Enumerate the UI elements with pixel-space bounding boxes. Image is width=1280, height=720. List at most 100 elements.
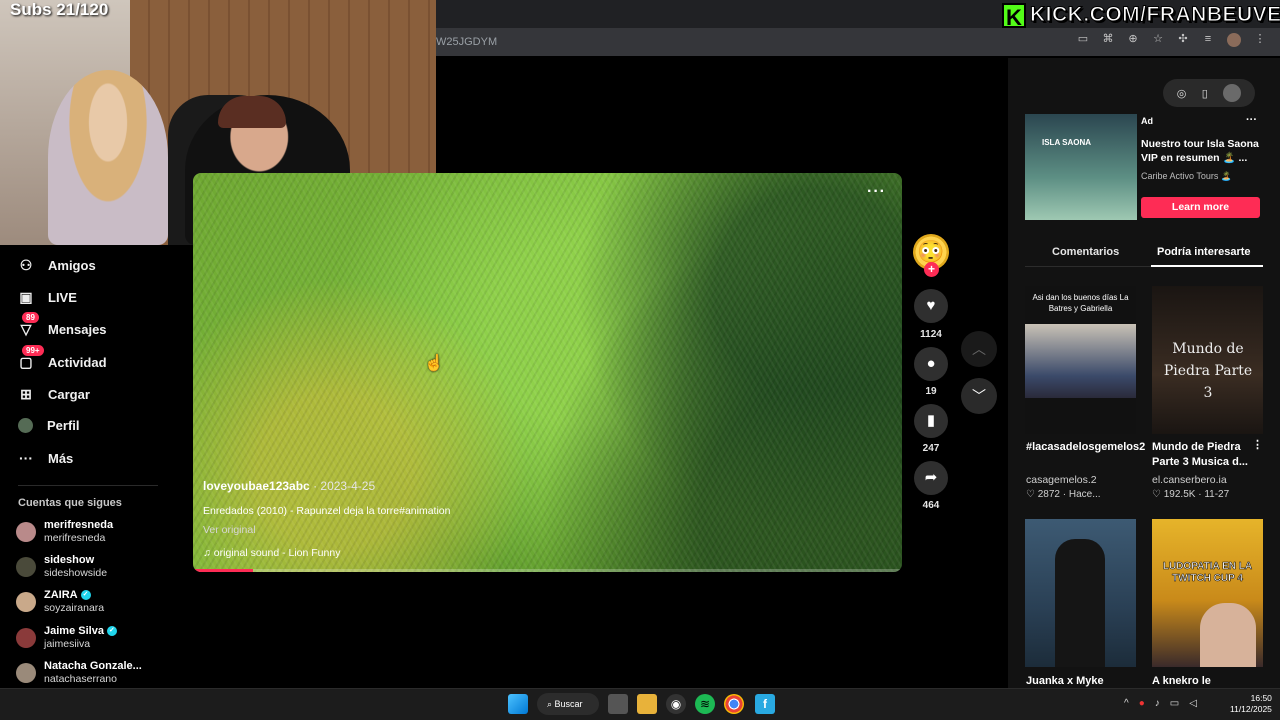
following-item[interactable]: Natacha Gonzale... natachaserrano — [16, 660, 142, 686]
video-card-title[interactable]: Mundo de Piedra Parte 3 Musica d... — [1152, 440, 1264, 470]
sidebar-item-label: Cargar — [48, 386, 90, 402]
ad-thumbnail-caption: ISLA SAONA — [1042, 138, 1092, 147]
chrome-icon[interactable] — [724, 694, 744, 714]
heart-icon: ♥ — [926, 297, 936, 314]
taskbar-clock[interactable]: 16:50 11/12/2025 — [1230, 693, 1272, 715]
see-original-link[interactable]: Ver original — [203, 524, 256, 536]
sidebar-item-label: Perfil — [47, 418, 80, 433]
following-name: Jaime Silva ✓ — [44, 625, 117, 638]
chevron-up-icon: ︿ — [972, 341, 986, 357]
kick-channel-url: KICK.COM/FRANBEUVE — [1030, 3, 1280, 27]
obs-icon[interactable]: ◉ — [666, 694, 686, 714]
thumbnail-caption: Mundo de Piedra Parte 3 — [1163, 341, 1253, 401]
video-sound-link[interactable]: ♫ original sound - Lion Funny — [203, 547, 340, 559]
bookmark-star-icon[interactable]: ☆ — [1152, 33, 1164, 45]
ad-thumbnail[interactable] — [1025, 114, 1137, 220]
translate-icon[interactable]: ⌘ — [1102, 33, 1114, 45]
comment-button[interactable]: ● — [914, 347, 948, 381]
video-card-thumbnail[interactable]: Asi dan los buenos días La Batres y Gabr… — [1025, 286, 1136, 434]
video-card-title[interactable]: A knekro le — [1152, 674, 1264, 689]
video-player[interactable]: ··· loveyoubae123abc · 2023-4-25 Enredad… — [193, 173, 902, 572]
zoom-icon[interactable]: ⊕ — [1127, 33, 1139, 45]
video-card-user[interactable]: casagemelos.2 — [1026, 474, 1097, 486]
task-view-icon[interactable] — [608, 694, 628, 714]
app-icon[interactable]: f — [755, 694, 775, 714]
video-card-stats: ♡ 192.5K · 11-27 — [1152, 489, 1230, 500]
video-card-title[interactable]: Juanka x Myke — [1026, 674, 1138, 689]
following-username: soyzairanara — [44, 602, 105, 614]
video-description: Enredados (2010) - Rapunzel deja la torr… — [203, 505, 451, 517]
sidebar-item-actividad[interactable]: ▢ 99+ Actividad — [18, 345, 107, 370]
video-author-line[interactable]: loveyoubae123abc · 2023-4-25 — [203, 479, 375, 493]
video-card-thumbnail[interactable]: Mundo de Piedra Parte 3 — [1152, 286, 1263, 434]
like-button[interactable]: ♥ — [914, 289, 948, 323]
follow-plus-icon[interactable]: + — [924, 262, 939, 277]
previous-video-button[interactable]: ︿ — [961, 331, 997, 367]
next-video-button[interactable]: ﹀ — [961, 378, 997, 414]
file-explorer-icon[interactable] — [637, 694, 657, 714]
sidebar-item-mas[interactable]: ··· Más — [18, 450, 73, 466]
sidebar-item-label: Más — [48, 450, 74, 466]
ad-more-options-icon[interactable]: ··· — [1246, 114, 1257, 126]
active-tab-indicator — [1151, 265, 1263, 267]
avatar — [16, 557, 36, 577]
sidebar-item-mensajes[interactable]: ▽ 89 Mensajes — [18, 312, 107, 337]
upload-icon: ⊞ — [20, 386, 32, 402]
subs-counter: Subs 21/120 — [10, 0, 109, 19]
messages-badge: 89 — [22, 312, 39, 323]
user-avatar[interactable] — [1223, 84, 1242, 102]
sidebar-item-label: LIVE — [48, 289, 77, 305]
learn-more-button[interactable]: Learn more — [1141, 197, 1260, 218]
video-card-title[interactable]: #lacasadelosgemelos2 — [1026, 440, 1145, 455]
cast-icon[interactable]: ▭ — [1077, 33, 1089, 45]
spotify-icon[interactable]: ≋ — [695, 694, 715, 714]
tab-comentarios[interactable]: Comentarios — [1052, 246, 1119, 258]
sidebar-item-perfil[interactable]: Perfil — [18, 418, 80, 433]
avatar — [16, 628, 36, 648]
network-icon[interactable]: ▭ — [1170, 698, 1179, 709]
media-controls-icon[interactable]: ≡ — [1202, 33, 1214, 45]
save-button[interactable]: ▮ — [914, 404, 948, 438]
taskbar-search[interactable]: ⌕ Buscar — [537, 693, 599, 715]
sidebar-item-live[interactable]: ▣ LIVE — [18, 289, 77, 305]
following-item[interactable]: ZAIRA ✓ soyzairanara — [16, 589, 104, 615]
sidebar-item-cargar[interactable]: ⊞ Cargar — [18, 386, 90, 402]
video-card-thumbnail[interactable] — [1025, 519, 1136, 667]
windows-start-icon[interactable] — [508, 694, 528, 714]
webcam-cap — [218, 96, 286, 128]
following-item[interactable]: Jaime Silva ✓ jaimesiiva — [16, 625, 117, 651]
video-date: · 2023-4-25 — [313, 479, 376, 493]
extensions-icon[interactable]: ✣ — [1177, 33, 1189, 45]
following-item[interactable]: sideshow sideshowside — [16, 554, 107, 580]
system-tray: ^ ● ♪ ▭ ◁ — [1124, 698, 1197, 709]
share-button[interactable]: ➦ — [914, 461, 948, 495]
thumbnail-caption: LUDOPATIA EN LA TWITCH CUP 4 — [1162, 561, 1253, 585]
video-card-thumbnail[interactable]: LUDOPATIA EN LA TWITCH CUP 4 — [1152, 519, 1263, 667]
video-progress-bar[interactable] — [193, 569, 902, 572]
chevron-up-icon[interactable]: ^ — [1124, 698, 1129, 709]
following-username: sideshowside — [44, 567, 108, 579]
thumbnail-figure — [1055, 539, 1105, 667]
video-card-user[interactable]: el.canserbero.ia — [1152, 474, 1227, 486]
kebab-menu-icon[interactable]: ⋮ — [1254, 33, 1266, 45]
video-more-options-icon[interactable]: ··· — [867, 183, 886, 201]
verified-icon: ✓ — [80, 590, 91, 601]
red-app-icon[interactable]: ● — [1139, 698, 1145, 709]
profile-avatar[interactable] — [1227, 33, 1241, 47]
video-author[interactable]: loveyoubae123abc — [203, 479, 310, 493]
ad-title[interactable]: Nuestro tour Isla Saona VIP en resumen 🏝… — [1141, 137, 1265, 165]
following-item[interactable]: merifresneda merifresneda — [16, 519, 113, 545]
save-count: 247 — [922, 443, 940, 454]
panel-toolbar: ◎ ▯ — [1163, 79, 1255, 107]
video-card-more-icon[interactable]: ⋮ — [1252, 438, 1263, 451]
more-icon: ··· — [19, 450, 33, 466]
compass-icon[interactable]: ◎ — [1177, 87, 1187, 100]
volume-icon[interactable]: ◁ — [1189, 698, 1197, 709]
address-url-text[interactable]: W25JGDYM — [436, 36, 497, 48]
phone-icon[interactable]: ▯ — [1202, 87, 1208, 100]
tab-podria-interesarte[interactable]: Podría interesarte — [1157, 246, 1251, 258]
sidebar-item-amigos[interactable]: ⚇ Amigos — [18, 257, 96, 273]
following-name: sideshow — [44, 554, 95, 566]
microphone-icon[interactable]: ♪ — [1155, 698, 1160, 709]
verified-icon: ✓ — [106, 626, 117, 637]
